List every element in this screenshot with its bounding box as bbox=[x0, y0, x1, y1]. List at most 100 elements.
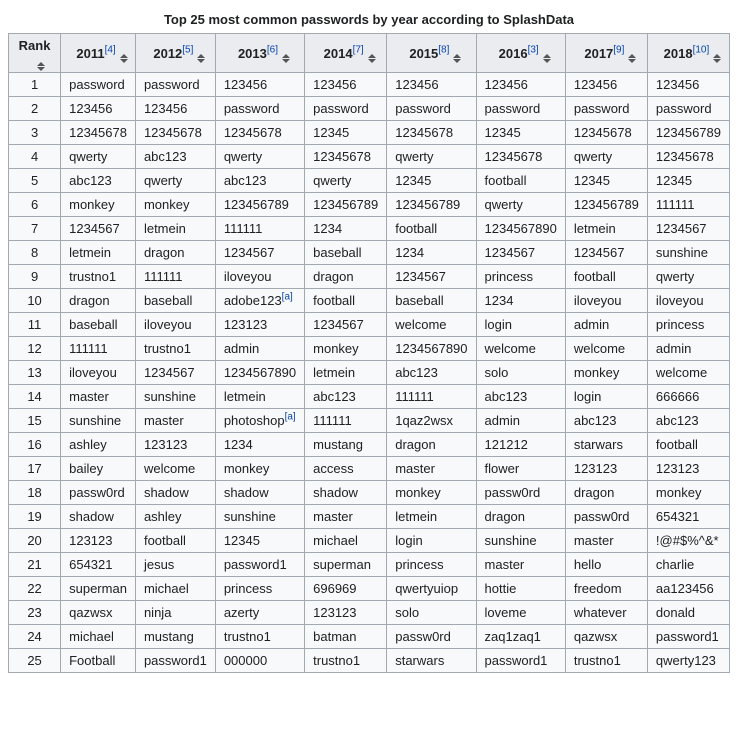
ref-link[interactable]: [9] bbox=[613, 44, 624, 55]
col-year-2017[interactable]: 2017[9] bbox=[565, 34, 647, 73]
table-row: 25Footballpassword1000000trustno1starwar… bbox=[9, 649, 730, 673]
col-year-2015[interactable]: 2015[8] bbox=[387, 34, 476, 73]
password-cell: 123456 bbox=[135, 97, 215, 121]
password-cell: michael bbox=[305, 529, 387, 553]
password-cell: baseball bbox=[61, 313, 136, 337]
col-year-2011[interactable]: 2011[4] bbox=[61, 34, 136, 73]
password-cell: football bbox=[387, 217, 476, 241]
table-row: 71234567letmein1111111234football1234567… bbox=[9, 217, 730, 241]
password-cell: aa123456 bbox=[647, 577, 729, 601]
ref-link[interactable]: [6] bbox=[267, 44, 278, 55]
table-row: 17baileywelcomemonkeyaccessmasterflower1… bbox=[9, 457, 730, 481]
password-cell: solo bbox=[387, 601, 476, 625]
password-cell: donald bbox=[647, 601, 729, 625]
table-row: 11baseballiloveyou1231231234567welcomelo… bbox=[9, 313, 730, 337]
password-cell: michael bbox=[135, 577, 215, 601]
password-cell: ashley bbox=[135, 505, 215, 529]
col-rank[interactable]: Rank bbox=[9, 34, 61, 73]
password-cell: shadow bbox=[61, 505, 136, 529]
password-cell: 111111 bbox=[61, 337, 136, 361]
password-cell: solo bbox=[476, 361, 565, 385]
rank-cell: 7 bbox=[9, 217, 61, 241]
rank-cell: 16 bbox=[9, 433, 61, 457]
col-year-2014[interactable]: 2014[7] bbox=[305, 34, 387, 73]
table-row: 9trustno1111111iloveyoudragon1234567prin… bbox=[9, 265, 730, 289]
rank-cell: 21 bbox=[9, 553, 61, 577]
password-cell: 1234567 bbox=[215, 241, 304, 265]
ref-link[interactable]: [10] bbox=[693, 44, 710, 55]
table-row: 2123456123456passwordpasswordpasswordpas… bbox=[9, 97, 730, 121]
password-cell: monkey bbox=[215, 457, 304, 481]
rank-cell: 3 bbox=[9, 121, 61, 145]
password-cell: letmein bbox=[61, 241, 136, 265]
password-cell: login bbox=[565, 385, 647, 409]
password-cell: 12345678 bbox=[647, 145, 729, 169]
password-cell: admin bbox=[565, 313, 647, 337]
password-cell: qwerty bbox=[476, 193, 565, 217]
password-cell: abc123 bbox=[305, 385, 387, 409]
ref-link[interactable]: [7] bbox=[353, 44, 364, 55]
password-cell: football bbox=[647, 433, 729, 457]
password-cell: 654321 bbox=[647, 505, 729, 529]
rank-cell: 4 bbox=[9, 145, 61, 169]
password-cell: shadow bbox=[135, 481, 215, 505]
rank-cell: 22 bbox=[9, 577, 61, 601]
password-cell: sunshine bbox=[476, 529, 565, 553]
password-cell: qazwsx bbox=[61, 601, 136, 625]
password-cell: qwerty bbox=[215, 145, 304, 169]
col-year-2016[interactable]: 2016[3] bbox=[476, 34, 565, 73]
table-row: 10dragonbaseballadobe123[a]footballbaseb… bbox=[9, 289, 730, 313]
rank-cell: 17 bbox=[9, 457, 61, 481]
ref-link[interactable]: [8] bbox=[438, 44, 449, 55]
rank-cell: 1 bbox=[9, 73, 61, 97]
ref-link[interactable]: [3] bbox=[528, 44, 539, 55]
password-cell: 1234 bbox=[215, 433, 304, 457]
password-cell: welcome bbox=[387, 313, 476, 337]
col-year-2018[interactable]: 2018[10] bbox=[647, 34, 729, 73]
password-cell: password bbox=[647, 97, 729, 121]
password-cell: azerty bbox=[215, 601, 304, 625]
passwords-table: Top 25 most common passwords by year acc… bbox=[8, 8, 730, 673]
password-cell: abc123 bbox=[647, 409, 729, 433]
password-cell: master bbox=[305, 505, 387, 529]
table-row: 8letmeindragon1234567baseball12341234567… bbox=[9, 241, 730, 265]
password-cell: sunshine bbox=[215, 505, 304, 529]
password-cell: princess bbox=[647, 313, 729, 337]
password-cell: 123456789 bbox=[647, 121, 729, 145]
password-cell: baseball bbox=[387, 289, 476, 313]
password-cell: football bbox=[305, 289, 387, 313]
password-cell: 1234567 bbox=[647, 217, 729, 241]
password-cell: admin bbox=[476, 409, 565, 433]
password-cell: 123123 bbox=[61, 529, 136, 553]
password-cell: trustno1 bbox=[215, 625, 304, 649]
password-cell: 000000 bbox=[215, 649, 304, 673]
password-cell: princess bbox=[476, 265, 565, 289]
col-year-2013[interactable]: 2013[6] bbox=[215, 34, 304, 73]
ref-link[interactable]: [5] bbox=[182, 44, 193, 55]
year-label: 2018 bbox=[664, 46, 693, 61]
rank-cell: 12 bbox=[9, 337, 61, 361]
password-cell: master bbox=[387, 457, 476, 481]
header-row: Rank 2011[4]2012[5]2013[6]2014[7]2015[8]… bbox=[9, 34, 730, 73]
password-cell: 12345 bbox=[305, 121, 387, 145]
password-cell: michael bbox=[61, 625, 136, 649]
note-link[interactable]: [a] bbox=[282, 292, 293, 303]
rank-cell: 25 bbox=[9, 649, 61, 673]
password-cell: batman bbox=[305, 625, 387, 649]
password-cell: 654321 bbox=[61, 553, 136, 577]
password-cell: hello bbox=[565, 553, 647, 577]
password-cell: trustno1 bbox=[61, 265, 136, 289]
col-year-2012[interactable]: 2012[5] bbox=[135, 34, 215, 73]
rank-cell: 15 bbox=[9, 409, 61, 433]
password-cell: flower bbox=[476, 457, 565, 481]
rank-cell: 19 bbox=[9, 505, 61, 529]
password-cell: hottie bbox=[476, 577, 565, 601]
ref-link[interactable]: [4] bbox=[105, 44, 116, 55]
note-link[interactable]: [a] bbox=[285, 412, 296, 423]
password-cell: 123123 bbox=[305, 601, 387, 625]
password-cell: qwerty bbox=[387, 145, 476, 169]
password-cell: 1234567 bbox=[565, 241, 647, 265]
table-row: 4qwertyabc123qwerty12345678qwerty1234567… bbox=[9, 145, 730, 169]
year-label: 2012 bbox=[153, 46, 182, 61]
rank-cell: 8 bbox=[9, 241, 61, 265]
